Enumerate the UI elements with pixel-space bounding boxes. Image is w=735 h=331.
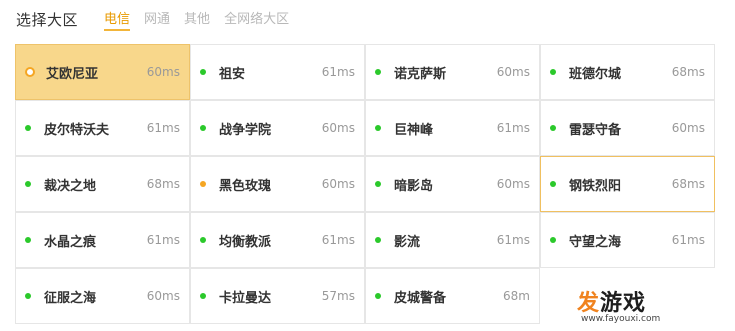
server-ping: 61ms [321,65,355,79]
tab-other[interactable]: 其他 [184,8,210,31]
server-ping: 68ms [146,177,180,191]
status-dot-icon [550,237,556,243]
server-ping: 68ms [671,65,705,79]
status-dot-icon [375,293,381,299]
status-dot-icon [375,237,381,243]
status-dot-icon [200,69,206,75]
server-cell[interactable]: 守望之海 61ms [540,212,715,268]
server-name: 祖安 [219,66,246,82]
server-cell[interactable]: 皮城警备 68m [365,268,540,324]
server-cell[interactable]: 祖安 61ms [190,44,365,100]
watermark-brand: 发游戏 [577,291,647,316]
watermark-logo: 发游戏 www.fayouxi.com [577,283,697,329]
status-dot-icon [200,237,206,243]
server-name: 皮城警备 [394,290,447,306]
server-name: 诺克萨斯 [394,66,447,82]
status-dot-icon [375,125,381,131]
server-ping: 61ms [496,233,530,247]
server-cell[interactable]: 卡拉曼达 57ms [190,268,365,324]
server-name: 均衡教派 [219,234,272,250]
status-dot-icon [550,181,556,187]
server-cell[interactable]: 均衡教派 61ms [190,212,365,268]
server-ping: 60ms [496,65,530,79]
server-cell[interactable]: 暗影岛 60ms [365,156,540,212]
server-name: 暗影岛 [394,178,434,194]
server-cell[interactable]: 征服之海 60ms [15,268,190,324]
server-ping: 61ms [146,121,180,135]
status-dot-icon [200,181,206,187]
server-ping: 57ms [321,289,355,303]
server-ping: 60ms [146,65,180,79]
server-name: 水晶之痕 [44,234,97,250]
status-dot-icon [200,125,206,131]
server-cell[interactable]: 皮尔特沃夫 61ms [15,100,190,156]
tab-telecom[interactable]: 电信 [104,8,131,31]
server-ping: 60ms [321,177,355,191]
server-cell[interactable]: 班德尔城 68ms [540,44,715,100]
status-dot-icon [200,293,206,299]
server-name: 黑色玫瑰 [219,178,272,194]
status-dot-icon [25,125,31,131]
server-name: 影流 [394,234,421,250]
server-cell[interactable]: 钢铁烈阳 68ms [540,156,715,212]
server-name: 皮尔特沃夫 [44,122,110,138]
server-ping: 68ms [671,177,705,191]
server-ping: 61ms [146,233,180,247]
server-cell[interactable]: 水晶之痕 61ms [15,212,190,268]
status-dot-icon [25,237,31,243]
server-name: 裁决之地 [44,178,97,194]
watermark-url: www.fayouxi.com [581,314,661,324]
server-ping: 68m [503,289,530,303]
region-header: 选择大区 电信 网通 其他 全网络大区 [16,6,289,32]
status-dot-icon [25,67,35,77]
server-cell[interactable]: 裁决之地 68ms [15,156,190,212]
server-name: 雷瑟守备 [569,122,622,138]
network-tabs: 电信 网通 其他 全网络大区 [104,8,289,31]
server-name: 钢铁烈阳 [569,178,622,194]
server-cell[interactable]: 巨神峰 61ms [365,100,540,156]
status-dot-icon [25,181,31,187]
tab-all-network[interactable]: 全网络大区 [224,8,289,31]
server-name: 巨神峰 [394,122,434,138]
server-name: 卡拉曼达 [219,290,272,306]
server-ping: 61ms [496,121,530,135]
status-dot-icon [375,69,381,75]
server-grid: 艾欧尼亚 60ms 祖安 61ms 诺克萨斯 60ms 班德尔城 68ms 皮尔特沃夫 61ms 战… [15,44,715,324]
tab-netcom[interactable]: 网通 [144,8,170,31]
server-ping: 60ms [671,121,705,135]
server-cell[interactable]: 黑色玫瑰 60ms [190,156,365,212]
server-ping: 61ms [321,233,355,247]
server-name: 艾欧尼亚 [46,66,99,82]
page-title: 选择大区 [16,10,79,29]
status-dot-icon [550,125,556,131]
server-cell[interactable]: 影流 61ms [365,212,540,268]
server-cell[interactable]: 战争学院 60ms [190,100,365,156]
status-dot-icon [25,293,31,299]
status-dot-icon [375,181,381,187]
status-dot-icon [550,69,556,75]
server-name: 班德尔城 [569,66,622,82]
server-ping: 61ms [671,233,705,247]
server-name: 守望之海 [569,234,622,250]
server-name: 征服之海 [44,290,97,306]
server-ping: 60ms [146,289,180,303]
server-cell[interactable]: 雷瑟守备 60ms [540,100,715,156]
server-name: 战争学院 [219,122,272,138]
server-ping: 60ms [321,121,355,135]
server-ping: 60ms [496,177,530,191]
server-cell[interactable]: 诺克萨斯 60ms [365,44,540,100]
server-cell[interactable]: 艾欧尼亚 60ms [15,44,190,100]
